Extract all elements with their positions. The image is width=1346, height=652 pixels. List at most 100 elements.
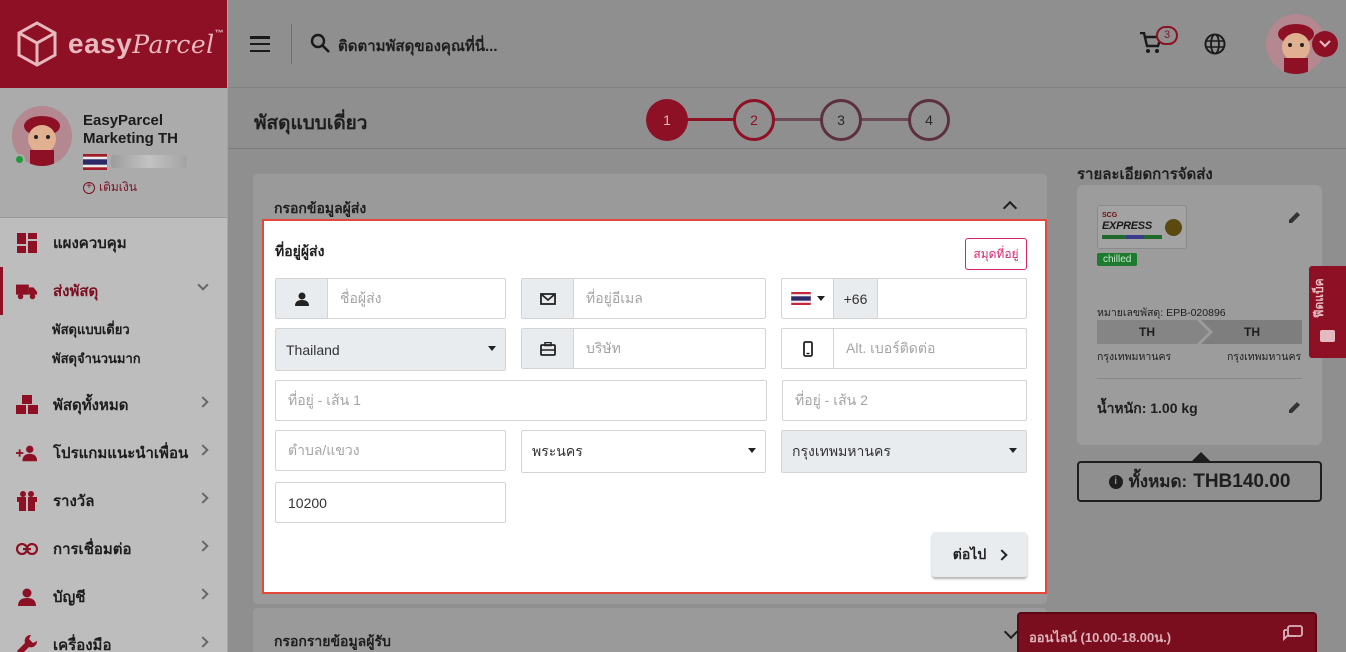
subdistrict-field[interactable]: ตำบล/แขวง <box>275 430 506 471</box>
progress-stepper: 1 2 3 4 <box>646 99 950 141</box>
country-code-selector[interactable] <box>782 279 834 318</box>
page-title: พัสดุแบบเดี่ยว <box>254 113 368 134</box>
title-divider <box>228 148 1346 149</box>
profile-name: EasyParcel Marketing TH <box>83 112 179 147</box>
caret-down-icon <box>748 448 756 453</box>
total-pointer <box>1192 452 1210 461</box>
send-parcel-submenu: พัสดุแบบเดี่ยว พัสดุจำนวนมาก <box>0 315 227 381</box>
pencil-icon[interactable] <box>1289 401 1301 413</box>
blurred-balance <box>111 155 187 168</box>
address-line-2-field[interactable]: ที่อยู่ - เส้น 2 <box>782 380 1027 421</box>
total-price-box: i ทั้งหมด: THB140.00 <box>1077 461 1322 502</box>
country-select[interactable]: Thailand <box>275 328 506 371</box>
search-icon <box>310 33 330 53</box>
address-book-button[interactable]: สมุดที่อยู่ <box>965 238 1027 270</box>
caret-down-icon <box>1009 448 1017 453</box>
boxes-icon <box>16 394 38 416</box>
district-select[interactable]: พระนคร <box>521 430 766 473</box>
parcel-number: หมายเลขพัสดุ: EPB-020896 <box>1097 307 1226 319</box>
courier-logo: SCG EXPRESS <box>1097 205 1187 249</box>
step-connector <box>686 118 736 121</box>
address-line-1-field[interactable]: ที่อยู่ - เส้น 1 <box>275 380 767 421</box>
sidebar-item-send-parcel[interactable]: ส่งพัสดุ <box>0 267 227 315</box>
destination-country: TH <box>1244 325 1260 339</box>
cart-count-badge: 3 <box>1156 26 1178 45</box>
sidebar-item-rewards[interactable]: รางวัล <box>0 477 227 525</box>
logo-text: easyParcel™ <box>68 28 225 59</box>
briefcase-icon <box>522 329 574 368</box>
person-icon <box>276 279 328 318</box>
sender-section-title[interactable]: กรอกข้อมูลผู้ส่ง <box>274 198 366 220</box>
sidebar-item-dashboard[interactable]: แผงควบคุม <box>0 219 227 267</box>
next-button[interactable]: ต่อไป <box>932 532 1027 577</box>
sidebar-subitem-single-parcel[interactable]: พัสดุแบบเดี่ยว <box>52 315 227 344</box>
chevron-right-icon <box>197 492 209 504</box>
thailand-flag-icon <box>790 292 811 305</box>
chevron-right-icon <box>197 588 209 600</box>
link-icon <box>16 538 38 560</box>
top-header: ติดตามพัสดุของคุณที่นี่... 3 <box>228 0 1346 88</box>
chevron-right-icon <box>996 548 1008 561</box>
shipping-details-title: รายละเอียดการจัดส่ง <box>1077 166 1213 183</box>
sidebar-item-integrations[interactable]: การเชื่อมต่อ <box>0 525 227 573</box>
truck-icon <box>16 280 38 302</box>
step-3: 3 <box>820 99 862 141</box>
origin-country: TH <box>1139 325 1155 339</box>
wrench-icon <box>16 634 38 652</box>
destination-city: กรุงเทพมหานคร <box>1227 351 1302 363</box>
province-select[interactable]: กรุงเทพมหานคร <box>781 430 1027 473</box>
alt-phone-field[interactable]: Alt. เบอร์ติดต่อ <box>781 328 1027 369</box>
chat-bubbles-icon <box>1283 625 1303 642</box>
logo[interactable]: easyParcel™ <box>0 0 227 88</box>
company-field[interactable]: บริษัท <box>521 328 766 369</box>
email-field[interactable]: ที่อยู่อีเมล <box>521 278 766 319</box>
sidebar-item-all-parcels[interactable]: พัสดุทั้งหมด <box>0 381 227 429</box>
receiver-section-title[interactable]: กรอกรายข้อมูลผู้รับ <box>274 631 391 652</box>
live-chat-bar[interactable]: ออนไลน์ (10.00-18.00น.) <box>1017 612 1317 652</box>
box-logo-icon <box>17 21 57 67</box>
sidebar-item-account[interactable]: บัญชี <box>0 573 227 621</box>
user-icon <box>16 586 38 608</box>
step-connector <box>773 118 823 121</box>
chat-bubble-icon <box>1320 330 1335 342</box>
chevron-down-icon <box>197 279 209 291</box>
sender-address-title: ที่อยู่ผู้ส่ง <box>275 243 325 259</box>
origin-city: กรุงเทพมหานคร <box>1097 351 1172 363</box>
profile-card: EasyParcel Marketing TH + เติมเงิน <box>0 88 227 218</box>
header-divider <box>291 24 292 64</box>
pencil-icon[interactable] <box>1289 211 1301 223</box>
feedback-label[interactable]: ฟีดแบ็ค <box>1310 278 1329 318</box>
chevron-down-icon <box>1319 40 1331 48</box>
phone-field[interactable]: +66 <box>781 278 1027 319</box>
info-icon[interactable]: i <box>1108 474 1123 489</box>
sidebar-item-referral[interactable]: โปรแกมแนะนำเพื่อน <box>0 429 227 477</box>
postcode-field[interactable]: 10200 <box>275 482 506 523</box>
dashboard-icon <box>16 232 38 254</box>
phone-code: +66 <box>834 279 878 318</box>
online-status-dot <box>14 154 25 165</box>
step-4: 4 <box>908 99 950 141</box>
parcel-weight: น้ำหนัก: 1.00 kg <box>1097 400 1198 416</box>
sidebar-nav: แผงควบคุม ส่งพัสดุ พัสดุแบบเดี่ยว พัสดุจ… <box>0 219 227 652</box>
account-dropdown-button[interactable] <box>1312 31 1338 57</box>
thailand-flag-icon <box>83 154 107 170</box>
caret-down-icon <box>488 346 496 351</box>
chevron-right-icon <box>197 636 209 648</box>
step-1[interactable]: 1 <box>646 99 688 141</box>
route-bar: TH TH <box>1097 320 1302 344</box>
topup-link[interactable]: + เติมเงิน <box>83 178 137 197</box>
step-2[interactable]: 2 <box>733 99 775 141</box>
sidebar-subitem-bulk-parcel[interactable]: พัสดุจำนวนมาก <box>52 344 227 373</box>
chevron-right-icon <box>197 540 209 552</box>
sidebar-item-tools[interactable]: เครื่องมือ <box>0 621 227 652</box>
menu-icon[interactable] <box>250 36 270 52</box>
summary-divider <box>1097 378 1302 379</box>
globe-icon[interactable] <box>1204 33 1226 55</box>
sender-name-field[interactable]: ชื่อผู้ส่ง <box>275 278 506 319</box>
tracking-search-input[interactable]: ติดตามพัสดุของคุณที่นี่... <box>338 34 498 58</box>
gift-icon <box>16 490 38 512</box>
step-connector <box>860 118 910 121</box>
shipping-summary-card: SCG EXPRESS chilled หมายเลขพัสดุ: EPB-02… <box>1077 185 1322 445</box>
sidebar: easyParcel™ EasyParcel Marketing TH + เต… <box>0 0 228 652</box>
chevron-right-icon <box>197 396 209 408</box>
